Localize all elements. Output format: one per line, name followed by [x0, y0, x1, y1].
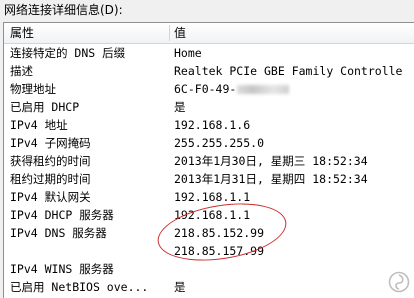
- watermark: [388, 271, 410, 293]
- row-value: 192.168.1.1: [174, 208, 251, 222]
- row-value: 218.85.152.99: [174, 226, 265, 240]
- list-row[interactable]: IPv4 默认网关 192.168.1.1: [4, 188, 414, 206]
- row-property: IPv4 地址: [10, 118, 68, 132]
- row-property: 描述: [10, 64, 33, 78]
- row-property: 已启用 DHCP: [10, 100, 80, 114]
- list-row[interactable]: 连接特定的 DNS 后缀 Home: [4, 44, 414, 62]
- row-value: 192.168.1.1: [174, 190, 251, 204]
- row-property: 连接特定的 DNS 后缀: [10, 46, 126, 60]
- column-divider[interactable]: [169, 25, 170, 41]
- row-property: IPv4 WINS 服务器: [10, 262, 114, 276]
- mac-address-prefix: 6C-F0-49-: [174, 82, 237, 96]
- row-property: 获得租约的时间: [10, 154, 91, 168]
- row-property: IPv4 默认网关: [10, 190, 91, 204]
- list-row[interactable]: 已启用 NetBIOS ove... 是: [4, 278, 414, 296]
- list-row[interactable]: IPv4 DHCP 服务器 192.168.1.1: [4, 206, 414, 224]
- row-property: 租约过期的时间: [10, 172, 91, 186]
- list-row[interactable]: IPv4 地址 192.168.1.6: [4, 116, 414, 134]
- row-property: IPv4 DNS 服务器: [10, 226, 107, 240]
- row-property: 已启用 NetBIOS ove...: [10, 280, 149, 294]
- column-header-property[interactable]: 属性: [10, 23, 34, 43]
- row-value: 6C-F0-49-: [174, 80, 290, 98]
- list-row[interactable]: 租约过期的时间 2013年1月31日, 星期四 18:52:34: [4, 170, 414, 188]
- list-row[interactable]: IPv4 DNS 服务器 218.85.152.99: [4, 224, 414, 242]
- row-value: 192.168.1.6: [174, 118, 251, 132]
- row-property: IPv4 子网掩码: [10, 136, 91, 150]
- column-header-value[interactable]: 值: [174, 23, 186, 43]
- row-value: Home: [174, 46, 202, 60]
- row-value: 218.85.157.99: [174, 244, 265, 258]
- row-property: IPv4 DHCP 服务器: [10, 208, 114, 222]
- row-value: 是: [174, 100, 186, 114]
- section-label: 网络连接详细信息(D):: [4, 3, 123, 17]
- list-row[interactable]: 已启用 DHCP 是: [4, 98, 414, 116]
- row-value: 255.255.255.0: [174, 136, 265, 150]
- list-row[interactable]: 物理地址 6C-F0-49-: [4, 80, 414, 98]
- list-row[interactable]: IPv4 子网掩码 255.255.255.0: [4, 134, 414, 152]
- list-row[interactable]: IPv4 WINS 服务器: [4, 260, 414, 278]
- row-value: 2013年1月31日, 星期四 18:52:34: [174, 172, 368, 186]
- redacted-mac-suffix: [237, 85, 290, 94]
- row-property: 物理地址: [10, 82, 56, 96]
- details-list[interactable]: 属性 值 连接特定的 DNS 后缀 Home 描述 Realtek PCIe G…: [3, 22, 414, 298]
- row-value: 2013年1月30日, 星期三 18:52:34: [174, 154, 368, 168]
- list-row[interactable]: 218.85.157.99: [4, 242, 414, 260]
- swirl-logo-icon: [388, 271, 410, 293]
- list-header: 属性 值: [4, 23, 414, 44]
- list-row[interactable]: 描述 Realtek PCIe GBE Family Controlle: [4, 62, 414, 80]
- row-value: 是: [174, 280, 186, 294]
- row-value: Realtek PCIe GBE Family Controlle: [174, 64, 403, 78]
- list-row[interactable]: 获得租约的时间 2013年1月30日, 星期三 18:52:34: [4, 152, 414, 170]
